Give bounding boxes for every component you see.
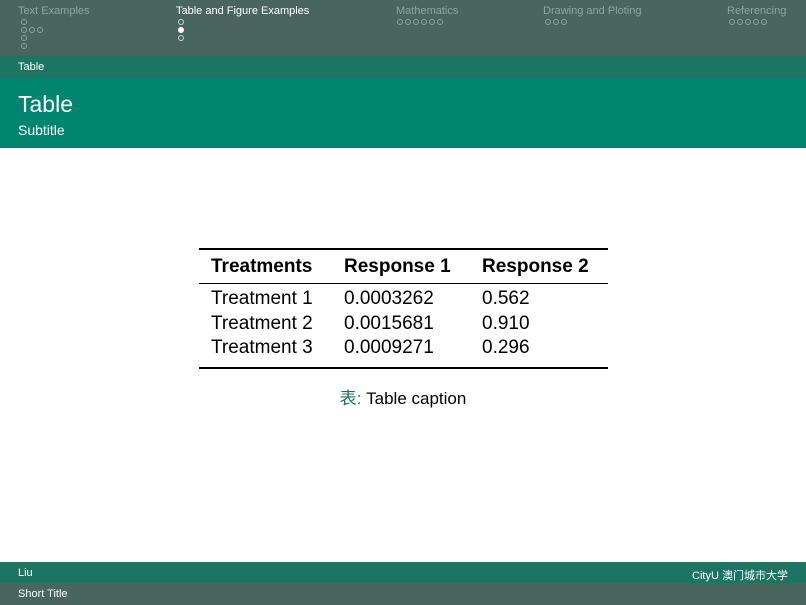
table-row: Treatment 1 0.0003262 0.562 [199,284,608,312]
frame-dot[interactable] [397,19,403,25]
frame-dot[interactable] [21,19,27,25]
nav-section-title[interactable]: Text Examples [18,5,90,17]
nav-frame-dots [543,19,641,59]
section-navigation: Text Examples Table and Figure Examples … [0,0,806,56]
caption-text: Table caption [361,389,467,408]
frame-dot-current[interactable] [178,27,184,33]
footer-institute: CityU 澳门城市大学 [692,570,788,582]
frame-dot[interactable] [178,19,184,25]
frame-dot[interactable] [737,19,743,25]
frame-subtitle: Subtitle [18,122,65,138]
subsection-bar: Table [0,56,806,78]
nav-section-title[interactable]: Mathematics [396,5,458,17]
frame-dot[interactable] [437,19,443,25]
frame-dot[interactable] [37,27,43,33]
column-header: Response 1 [344,256,451,277]
nav-section-mathematics[interactable]: Mathematics [396,5,458,59]
frame-dot[interactable] [545,19,551,25]
footer-short-title: Short Title [18,588,68,600]
table-cell: Treatment 3 [211,337,313,358]
frame-dot[interactable] [745,19,751,25]
table-row: Treatment 2 0.0015681 0.910 [199,312,608,337]
frame-dot[interactable] [29,27,35,33]
frame-title-bar: Table Subtitle [0,78,806,148]
footer-title-bar: Short Title [0,583,806,605]
frame-dot[interactable] [753,19,759,25]
frame-dot[interactable] [421,19,427,25]
frame-dot[interactable] [405,19,411,25]
subsection-label[interactable]: Table [18,61,44,73]
frame-dot[interactable] [178,35,184,41]
table-cell: 0.0015681 [344,312,434,334]
frame-dot[interactable] [553,19,559,25]
nav-section-title[interactable]: Table and Figure Examples [176,5,309,17]
nav-section-table-and-figure[interactable]: Table and Figure Examples [176,5,309,59]
table-cell: 0.0009271 [344,337,434,358]
nav-frame-dots [18,19,90,59]
frame-dot[interactable] [429,19,435,25]
nav-frame-dots [727,19,786,59]
table-row: Treatment 3 0.0009271 0.296 [199,336,608,368]
table-cell: 0.0003262 [344,288,434,309]
frame-dot[interactable] [21,43,27,49]
caption-label: 表: [339,389,362,408]
frame-title: Table [18,91,73,117]
frame-dot[interactable] [729,19,735,25]
nav-frame-dots [396,19,458,59]
frame-dot[interactable] [21,35,27,41]
nav-section-title[interactable]: Referencing [727,5,786,17]
frame-dot[interactable] [561,19,567,25]
table-cell: 0.562 [482,288,530,309]
frame-dot[interactable] [21,27,27,33]
table-cell: Treatment 1 [211,288,313,309]
table-caption: 表: Table caption [0,384,806,409]
nav-frame-dots [176,19,309,59]
nav-section-title[interactable]: Drawing and Ploting [543,5,641,17]
footer-author: Liu [18,567,33,579]
column-header: Treatments [211,256,313,277]
data-table: Treatments Response 1 Response 2 Treatme… [199,248,608,369]
column-header: Response 2 [482,256,589,277]
table-cell: Treatment 2 [211,312,313,334]
nav-section-referencing[interactable]: Referencing [727,5,786,59]
table-cell: 0.296 [482,337,530,358]
nav-section-text-examples[interactable]: Text Examples [18,5,90,59]
table-header-row: Treatments Response 1 Response 2 [199,249,608,284]
frame-dot[interactable] [413,19,419,25]
table-cell: 0.910 [482,312,530,334]
frame-dot[interactable] [761,19,767,25]
footer-author-bar: Liu CityU 澳门城市大学 [0,562,806,583]
nav-section-drawing-and-ploting[interactable]: Drawing and Ploting [543,5,641,59]
